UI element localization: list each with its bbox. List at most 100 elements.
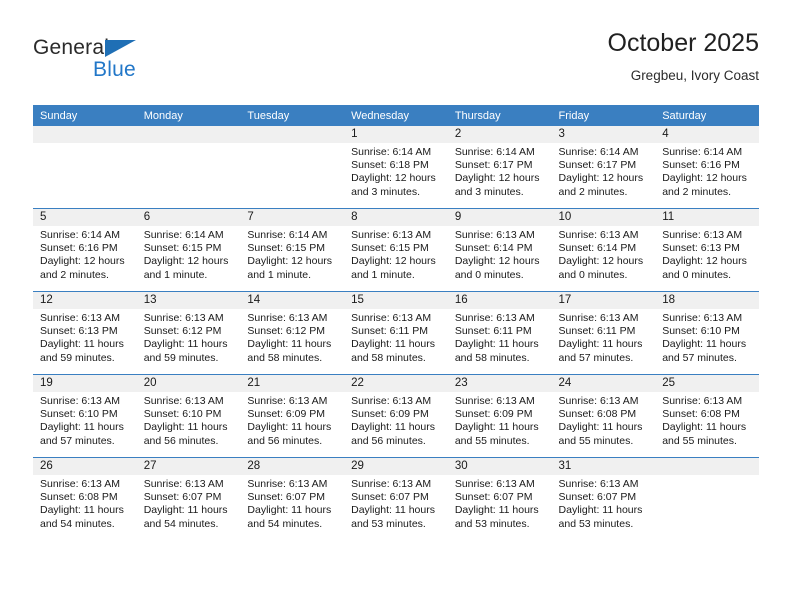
- calendar-day-cell[interactable]: 26 Sunrise: 6:13 AM Sunset: 6:08 PM Dayligh…: [33, 457, 137, 540]
- sunset-text: Sunset: 6:09 PM: [247, 408, 326, 421]
- daylight-text-line1: Daylight: 11 hours: [143, 421, 228, 434]
- calendar-day-cell[interactable]: 24 Sunrise: 6:13 AM Sunset: 6:08 PM Dayligh…: [551, 374, 656, 458]
- calendar-day-cell[interactable]: 21 Sunrise: 6:13 AM Sunset: 6:09 PM Dayligh…: [240, 374, 345, 458]
- calendar-day-cell[interactable]: 28 Sunrise: 6:13 AM Sunset: 6:07 PM Dayligh…: [240, 457, 345, 540]
- daylight-text-line1: Daylight: 11 hours: [454, 421, 539, 434]
- logo-triangle-icon: [105, 40, 136, 57]
- day-details: Sunrise: 6:13 AM Sunset: 6:10 PM Daylight:…: [33, 392, 137, 448]
- daylight-text-line2: and 1 minute.: [351, 268, 415, 281]
- calendar-day-cell[interactable]: 6 Sunrise: 6:14 AM Sunset: 6:15 PM Daylight…: [136, 208, 241, 292]
- day-details: Sunrise: 6:13 AM Sunset: 6:07 PM Daylight:…: [137, 475, 241, 531]
- sunrise-text: Sunrise: 6:13 AM: [40, 312, 120, 324]
- sunset-text: Sunset: 6:16 PM: [40, 242, 118, 255]
- daylight-text-line1: Daylight: 11 hours: [247, 421, 332, 434]
- sunset-text: Sunset: 6:16 PM: [662, 159, 740, 172]
- day-details: Sunrise: 6:13 AM Sunset: 6:07 PM Daylight:…: [240, 475, 344, 531]
- calendar-page: General Blue October 2025 Gregbeu, Ivory…: [0, 0, 792, 612]
- daylight-text-line1: Daylight: 12 hours: [143, 255, 229, 268]
- sunset-text: Sunset: 6:09 PM: [351, 408, 429, 421]
- daylight-text-line1: Daylight: 11 hours: [558, 338, 643, 351]
- calendar-day-cell[interactable]: 17 Sunrise: 6:13 AM Sunset: 6:11 PM Dayligh…: [551, 291, 656, 375]
- day-details: Sunrise: 6:13 AM Sunset: 6:11 PM Daylight:…: [448, 309, 552, 365]
- day-details: Sunrise: 6:13 AM Sunset: 6:09 PM Daylight:…: [448, 392, 552, 448]
- calendar-day-cell[interactable]: 13 Sunrise: 6:13 AM Sunset: 6:12 PM Dayligh…: [136, 291, 241, 375]
- calendar-cell-empty: [136, 126, 241, 209]
- calendar-day-cell[interactable]: 31 Sunrise: 6:13 AM Sunset: 6:07 PM Dayligh…: [551, 457, 656, 540]
- day-details: Sunrise: 6:13 AM Sunset: 6:08 PM Daylight:…: [33, 475, 137, 531]
- day-number: 12: [33, 292, 137, 309]
- daylight-text-line2: and 58 minutes.: [454, 351, 530, 364]
- sunset-text: Sunset: 6:07 PM: [558, 491, 637, 504]
- sunset-text: Sunset: 6:14 PM: [454, 242, 533, 255]
- calendar-day-cell[interactable]: 5 Sunrise: 6:14 AM Sunset: 6:16 PM Daylight…: [33, 208, 137, 292]
- daylight-text-line2: and 58 minutes.: [247, 351, 323, 364]
- daylight-text-line2: and 0 minutes.: [662, 268, 732, 281]
- calendar-day-cell[interactable]: 10 Sunrise: 6:13 AM Sunset: 6:14 PM Dayligh…: [551, 208, 656, 292]
- sunrise-text: Sunrise: 6:13 AM: [143, 395, 224, 407]
- general-blue-logo[interactable]: General Blue: [33, 36, 233, 94]
- daylight-text-line1: Daylight: 12 hours: [247, 255, 333, 268]
- daylight-text-line1: Daylight: 11 hours: [247, 504, 332, 517]
- sunrise-text: Sunrise: 6:13 AM: [662, 395, 743, 407]
- sunset-text: Sunset: 6:10 PM: [662, 325, 740, 338]
- sunset-text: Sunset: 6:15 PM: [247, 242, 326, 255]
- day-number: 20: [136, 375, 241, 392]
- day-number: 25: [655, 375, 759, 392]
- sunrise-text: Sunrise: 6:13 AM: [351, 312, 432, 324]
- calendar-day-cell[interactable]: 29 Sunrise: 6:13 AM Sunset: 6:07 PM Dayligh…: [344, 457, 448, 540]
- daylight-text-line2: and 0 minutes.: [454, 268, 524, 281]
- day-details: Sunrise: 6:13 AM Sunset: 6:10 PM Daylight:…: [137, 392, 241, 448]
- day-number: 23: [447, 375, 552, 392]
- calendar-day-cell[interactable]: 12 Sunrise: 6:13 AM Sunset: 6:13 PM Dayligh…: [33, 291, 137, 375]
- daylight-text-line2: and 53 minutes.: [351, 517, 426, 530]
- calendar-day-cell[interactable]: 7 Sunrise: 6:14 AM Sunset: 6:15 PM Daylight…: [240, 208, 345, 292]
- day-details: Sunrise: 6:14 AM Sunset: 6:18 PM Daylight:…: [344, 143, 448, 199]
- calendar-day-cell[interactable]: 18 Sunrise: 6:13 AM Sunset: 6:10 PM Dayligh…: [655, 291, 759, 375]
- day-number: 18: [655, 292, 759, 309]
- day-number: 17: [551, 292, 656, 309]
- calendar-day-cell[interactable]: 22 Sunrise: 6:13 AM Sunset: 6:09 PM Dayligh…: [344, 374, 448, 458]
- logo-text-general: General: [33, 36, 110, 59]
- day-number: 8: [344, 209, 448, 226]
- daylight-text-line2: and 3 minutes.: [454, 185, 524, 198]
- sunset-text: Sunset: 6:11 PM: [351, 325, 428, 338]
- calendar-day-cell[interactable]: 9 Sunrise: 6:13 AM Sunset: 6:14 PM Daylight…: [447, 208, 552, 292]
- calendar-day-cell[interactable]: 11 Sunrise: 6:13 AM Sunset: 6:13 PM Dayligh…: [655, 208, 759, 292]
- day-details: Sunrise: 6:13 AM Sunset: 6:07 PM Daylight:…: [552, 475, 656, 531]
- sunset-text: Sunset: 6:13 PM: [40, 325, 118, 338]
- calendar-day-cell[interactable]: 25 Sunrise: 6:13 AM Sunset: 6:08 PM Dayligh…: [655, 374, 759, 458]
- calendar-day-cell[interactable]: 15 Sunrise: 6:13 AM Sunset: 6:11 PM Dayligh…: [344, 291, 448, 375]
- calendar-day-cell[interactable]: 20 Sunrise: 6:13 AM Sunset: 6:10 PM Dayligh…: [136, 374, 241, 458]
- calendar-day-cell[interactable]: 4 Sunrise: 6:14 AM Sunset: 6:16 PM Daylight…: [655, 126, 759, 209]
- day-number: 30: [447, 458, 552, 475]
- day-details: Sunrise: 6:13 AM Sunset: 6:11 PM Daylight:…: [344, 309, 448, 365]
- calendar-day-cell[interactable]: 16 Sunrise: 6:13 AM Sunset: 6:11 PM Dayligh…: [447, 291, 552, 375]
- day-details: [33, 143, 137, 146]
- calendar-cell-empty: [655, 457, 759, 540]
- day-details: Sunrise: 6:13 AM Sunset: 6:13 PM Daylight:…: [33, 309, 137, 365]
- daylight-text-line2: and 55 minutes.: [558, 434, 634, 447]
- day-details: Sunrise: 6:13 AM Sunset: 6:09 PM Daylight:…: [344, 392, 448, 448]
- sunrise-text: Sunrise: 6:14 AM: [662, 146, 743, 158]
- calendar-day-cell[interactable]: 8 Sunrise: 6:13 AM Sunset: 6:15 PM Daylight…: [344, 208, 448, 292]
- sunrise-text: Sunrise: 6:14 AM: [351, 146, 432, 158]
- weekday-header-friday: Friday: [551, 105, 656, 126]
- day-details: Sunrise: 6:13 AM Sunset: 6:14 PM Daylight:…: [552, 226, 656, 282]
- calendar-day-cell[interactable]: 30 Sunrise: 6:13 AM Sunset: 6:07 PM Dayligh…: [447, 457, 552, 540]
- calendar-day-cell[interactable]: 3 Sunrise: 6:14 AM Sunset: 6:17 PM Daylight…: [551, 126, 656, 209]
- sunrise-text: Sunrise: 6:13 AM: [143, 312, 224, 324]
- day-number: 6: [136, 209, 241, 226]
- calendar-day-cell[interactable]: 2 Sunrise: 6:14 AM Sunset: 6:17 PM Daylight…: [447, 126, 552, 209]
- daylight-text-line2: and 55 minutes.: [454, 434, 530, 447]
- sunrise-text: Sunrise: 6:14 AM: [454, 146, 535, 158]
- sunrise-text: Sunrise: 6:13 AM: [143, 478, 224, 490]
- calendar-day-cell[interactable]: 14 Sunrise: 6:13 AM Sunset: 6:12 PM Dayligh…: [240, 291, 345, 375]
- sunrise-text: Sunrise: 6:13 AM: [662, 229, 743, 241]
- sunset-text: Sunset: 6:10 PM: [40, 408, 118, 421]
- calendar-day-cell[interactable]: 1 Sunrise: 6:14 AM Sunset: 6:18 PM Daylight…: [344, 126, 448, 209]
- calendar-day-cell[interactable]: 23 Sunrise: 6:13 AM Sunset: 6:09 PM Dayligh…: [447, 374, 552, 458]
- calendar-day-cell[interactable]: 27 Sunrise: 6:13 AM Sunset: 6:07 PM Dayligh…: [136, 457, 241, 540]
- calendar-day-cell[interactable]: 19 Sunrise: 6:13 AM Sunset: 6:10 PM Dayligh…: [33, 374, 137, 458]
- daylight-text-line1: Daylight: 11 hours: [662, 338, 747, 351]
- sunrise-text: Sunrise: 6:13 AM: [351, 478, 432, 490]
